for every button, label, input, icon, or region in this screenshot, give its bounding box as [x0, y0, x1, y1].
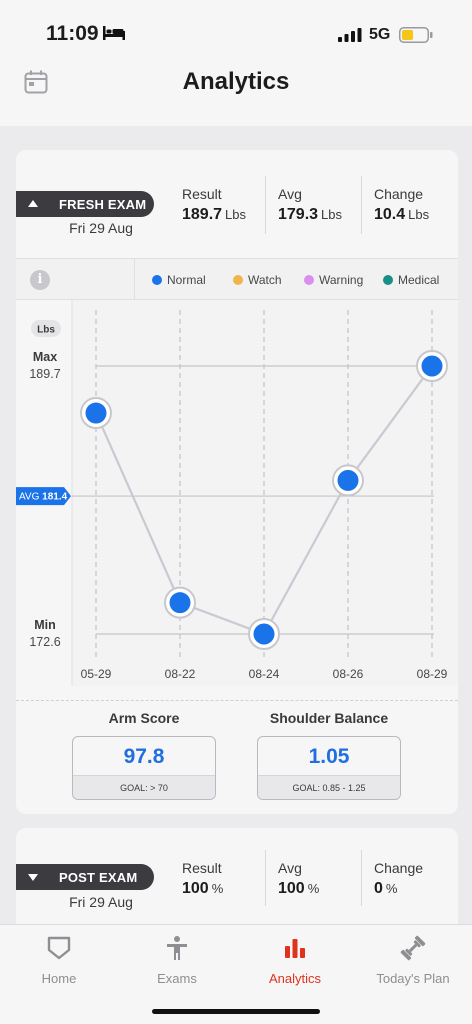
tab-todays-plan-label: Today's Plan — [376, 971, 450, 986]
divider — [265, 850, 266, 906]
legend-warning[interactable]: Warning — [304, 273, 363, 287]
min-value: 172.6 — [29, 635, 60, 649]
divider — [361, 850, 362, 906]
post-change-label: Change — [374, 860, 424, 876]
legend-normal[interactable]: Normal — [152, 273, 206, 287]
post-result-value: 100% — [182, 880, 224, 897]
divider — [134, 259, 135, 301]
post-avg-value: 100% — [278, 880, 320, 897]
result-label: Result — [182, 186, 222, 202]
bar-chart-icon — [285, 939, 305, 958]
legend-watch[interactable]: Watch — [233, 273, 282, 287]
x-tick-label: 08-22 — [165, 667, 196, 681]
collapse-arrow-icon — [28, 200, 38, 207]
x-tick-label: 05-29 — [81, 667, 112, 681]
signal-icon — [338, 28, 362, 42]
post-result-metric: Result 100% — [182, 860, 223, 898]
arm-score-value: 97.8 — [123, 745, 165, 768]
min-label: Min — [34, 618, 56, 632]
shoulder-balance-card[interactable]: 1.05 GOAL: 0.85 - 1.25 — [257, 736, 401, 800]
tab-home[interactable]: Home — [0, 935, 118, 986]
divider — [361, 176, 362, 234]
tab-home-label: Home — [41, 971, 77, 986]
post-exam-label: POST EXAM — [59, 870, 138, 885]
change-metric: Change 10.4 Lbs — [374, 186, 429, 224]
weight-line-chart: Lbs Max 189.7 Min 172.6 AVG 181.4 05-29 0… — [16, 300, 458, 686]
bed-icon — [103, 26, 125, 40]
post-change-value: 0% — [374, 880, 398, 897]
post-exam-date: Fri 29 Aug — [69, 894, 133, 910]
tab-analytics-label: Analytics — [268, 971, 322, 986]
tab-exams[interactable]: Exams — [118, 935, 236, 986]
home-icon — [47, 936, 71, 960]
tab-exams-label: Exams — [157, 971, 197, 986]
max-value: 189.7 — [29, 367, 60, 381]
x-tick-label: 08-29 — [417, 667, 448, 681]
avg-badge-text: AVG 181.4 — [19, 492, 68, 503]
status-bar: 11:09 5G — [0, 0, 472, 60]
home-indicator — [152, 1009, 320, 1014]
legend-normal-dot — [152, 275, 162, 285]
legend-medical[interactable]: Medical — [383, 273, 439, 287]
post-exam-card: POST EXAM Fri 29 Aug Result 100% Avg 100… — [16, 828, 458, 938]
fresh-exam-card: FRESH EXAM Fri 29 Aug Result 189.7 Lbs Av… — [16, 150, 458, 814]
data-point[interactable] — [164, 586, 196, 619]
data-point[interactable] — [80, 397, 112, 430]
tab-analytics[interactable]: Analytics — [236, 935, 354, 986]
avg-value: 179.3 Lbs — [278, 206, 343, 223]
arm-score-card[interactable]: 97.8 GOAL: > 70 — [72, 736, 216, 800]
unit-label: Lbs — [37, 325, 55, 336]
post-avg-metric: Avg 100% — [278, 860, 319, 898]
avg-metric: Avg 179.3 Lbs — [278, 186, 342, 224]
divider — [16, 700, 458, 701]
legend-warning-dot — [304, 275, 314, 285]
header: Analytics — [0, 60, 472, 126]
change-label: Change — [374, 186, 424, 202]
legend-watch-dot — [233, 275, 243, 285]
legend-bar: i Normal Watch Warning Medical — [16, 258, 458, 301]
result-metric: Result 189.7 Lbs — [182, 186, 246, 224]
tab-todays-plan[interactable]: Today's Plan — [354, 935, 472, 986]
person-icon — [167, 936, 187, 960]
data-point[interactable] — [416, 350, 448, 382]
arm-score-title: Arm Score — [108, 710, 180, 726]
max-label: Max — [33, 350, 57, 364]
post-result-label: Result — [182, 860, 222, 876]
change-value: 10.4 Lbs — [374, 206, 430, 223]
x-tick-label: 08-24 — [249, 667, 280, 681]
fresh-exam-date: Fri 29 Aug — [69, 220, 133, 236]
avg-label: Avg — [278, 186, 302, 202]
post-avg-label: Avg — [278, 860, 302, 876]
legend-medical-dot — [383, 275, 393, 285]
post-exam-toggle[interactable]: POST EXAM — [16, 864, 154, 890]
data-point[interactable] — [332, 464, 364, 497]
x-tick-label: 08-26 — [333, 667, 364, 681]
post-change-metric: Change 0% — [374, 860, 423, 898]
fresh-exam-toggle[interactable]: FRESH EXAM — [16, 191, 154, 217]
data-point[interactable] — [248, 618, 280, 650]
battery-icon — [399, 27, 433, 43]
shoulder-balance-goal: GOAL: 0.85 - 1.25 — [258, 775, 400, 799]
dumbbell-icon — [400, 935, 426, 961]
fresh-exam-label: FRESH EXAM — [59, 197, 147, 212]
network-label: 5G — [369, 26, 391, 43]
arm-score-goal: GOAL: > 70 — [73, 775, 215, 799]
divider — [265, 176, 266, 234]
expand-arrow-icon — [28, 874, 38, 881]
result-value: 189.7 Lbs — [182, 206, 247, 223]
shoulder-balance-value: 1.05 — [308, 745, 350, 768]
info-icon[interactable]: i — [30, 270, 50, 290]
page-title: Analytics — [182, 68, 290, 95]
shoulder-balance-title: Shoulder Balance — [269, 710, 389, 726]
status-time: 11:09 — [46, 22, 99, 45]
